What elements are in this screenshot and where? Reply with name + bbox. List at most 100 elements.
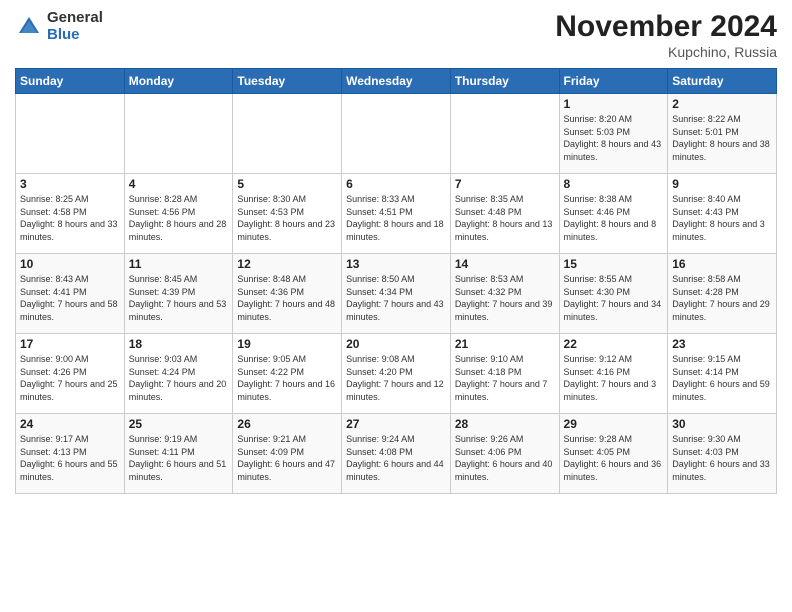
day-number: 29	[564, 417, 664, 431]
header: General Blue November 2024 Kupchino, Rus…	[15, 10, 777, 60]
cell-4-6: 30 Sunrise: 9:30 AM Sunset: 4:03 PM Dayli…	[668, 414, 777, 494]
day-number: 2	[672, 97, 772, 111]
day-info: Sunrise: 8:22 AM Sunset: 5:01 PM Dayligh…	[672, 113, 772, 163]
day-info: Sunrise: 9:10 AM Sunset: 4:18 PM Dayligh…	[455, 353, 555, 403]
day-number: 22	[564, 337, 664, 351]
cell-3-1: 18 Sunrise: 9:03 AM Sunset: 4:24 PM Dayli…	[124, 334, 233, 414]
header-tuesday: Tuesday	[233, 69, 342, 94]
day-info: Sunrise: 9:12 AM Sunset: 4:16 PM Dayligh…	[564, 353, 664, 403]
logo-icon	[15, 13, 43, 41]
day-number: 15	[564, 257, 664, 271]
day-info: Sunrise: 9:19 AM Sunset: 4:11 PM Dayligh…	[129, 433, 229, 483]
day-number: 23	[672, 337, 772, 351]
day-info: Sunrise: 9:05 AM Sunset: 4:22 PM Dayligh…	[237, 353, 337, 403]
header-friday: Friday	[559, 69, 668, 94]
day-number: 16	[672, 257, 772, 271]
day-info: Sunrise: 8:20 AM Sunset: 5:03 PM Dayligh…	[564, 113, 664, 163]
day-number: 11	[129, 257, 229, 271]
day-info: Sunrise: 9:00 AM Sunset: 4:26 PM Dayligh…	[20, 353, 120, 403]
cell-1-1: 4 Sunrise: 8:28 AM Sunset: 4:56 PM Daylig…	[124, 174, 233, 254]
cell-0-3	[342, 94, 451, 174]
day-number: 19	[237, 337, 337, 351]
day-number: 21	[455, 337, 555, 351]
logo-blue: Blue	[47, 27, 103, 44]
cell-2-4: 14 Sunrise: 8:53 AM Sunset: 4:32 PM Dayli…	[450, 254, 559, 334]
header-monday: Monday	[124, 69, 233, 94]
cell-2-5: 15 Sunrise: 8:55 AM Sunset: 4:30 PM Dayli…	[559, 254, 668, 334]
day-info: Sunrise: 8:58 AM Sunset: 4:28 PM Dayligh…	[672, 273, 772, 323]
logo-text: General Blue	[47, 10, 103, 43]
day-info: Sunrise: 9:30 AM Sunset: 4:03 PM Dayligh…	[672, 433, 772, 483]
cell-2-1: 11 Sunrise: 8:45 AM Sunset: 4:39 PM Dayli…	[124, 254, 233, 334]
day-number: 18	[129, 337, 229, 351]
day-number: 10	[20, 257, 120, 271]
week-row-3: 17 Sunrise: 9:00 AM Sunset: 4:26 PM Dayli…	[16, 334, 777, 414]
day-number: 26	[237, 417, 337, 431]
cell-0-5: 1 Sunrise: 8:20 AM Sunset: 5:03 PM Daylig…	[559, 94, 668, 174]
day-info: Sunrise: 8:45 AM Sunset: 4:39 PM Dayligh…	[129, 273, 229, 323]
day-info: Sunrise: 8:28 AM Sunset: 4:56 PM Dayligh…	[129, 193, 229, 243]
day-info: Sunrise: 9:24 AM Sunset: 4:08 PM Dayligh…	[346, 433, 446, 483]
day-number: 5	[237, 177, 337, 191]
day-info: Sunrise: 8:33 AM Sunset: 4:51 PM Dayligh…	[346, 193, 446, 243]
cell-2-3: 13Sunrise: 8:50 AM Sunset: 4:34 PM Dayli…	[342, 254, 451, 334]
day-info: Sunrise: 9:28 AM Sunset: 4:05 PM Dayligh…	[564, 433, 664, 483]
day-info: Sunrise: 8:30 AM Sunset: 4:53 PM Dayligh…	[237, 193, 337, 243]
cell-1-6: 9Sunrise: 8:40 AM Sunset: 4:43 PM Daylig…	[668, 174, 777, 254]
header-row: Sunday Monday Tuesday Wednesday Thursday…	[16, 69, 777, 94]
cell-3-5: 22 Sunrise: 9:12 AM Sunset: 4:16 PM Dayli…	[559, 334, 668, 414]
day-info: Sunrise: 9:15 AM Sunset: 4:14 PM Dayligh…	[672, 353, 772, 403]
cell-1-3: 6 Sunrise: 8:33 AM Sunset: 4:51 PM Daylig…	[342, 174, 451, 254]
month-title: November 2024	[555, 10, 777, 44]
cell-3-3: 20 Sunrise: 9:08 AM Sunset: 4:20 PM Dayli…	[342, 334, 451, 414]
cell-4-1: 25Sunrise: 9:19 AM Sunset: 4:11 PM Dayli…	[124, 414, 233, 494]
cell-1-0: 3 Sunrise: 8:25 AM Sunset: 4:58 PM Daylig…	[16, 174, 125, 254]
day-number: 6	[346, 177, 446, 191]
page-container: General Blue November 2024 Kupchino, Rus…	[0, 0, 792, 504]
cell-3-0: 17 Sunrise: 9:00 AM Sunset: 4:26 PM Dayli…	[16, 334, 125, 414]
week-row-4: 24Sunrise: 9:17 AM Sunset: 4:13 PM Dayli…	[16, 414, 777, 494]
day-info: Sunrise: 8:40 AM Sunset: 4:43 PM Dayligh…	[672, 193, 772, 243]
day-number: 4	[129, 177, 229, 191]
cell-1-5: 8 Sunrise: 8:38 AM Sunset: 4:46 PM Daylig…	[559, 174, 668, 254]
cell-2-0: 10 Sunrise: 8:43 AM Sunset: 4:41 PM Dayli…	[16, 254, 125, 334]
week-row-1: 3 Sunrise: 8:25 AM Sunset: 4:58 PM Daylig…	[16, 174, 777, 254]
cell-1-2: 5 Sunrise: 8:30 AM Sunset: 4:53 PM Daylig…	[233, 174, 342, 254]
week-row-0: 1 Sunrise: 8:20 AM Sunset: 5:03 PM Daylig…	[16, 94, 777, 174]
day-number: 8	[564, 177, 664, 191]
calendar-table: Sunday Monday Tuesday Wednesday Thursday…	[15, 68, 777, 494]
cell-4-5: 29 Sunrise: 9:28 AM Sunset: 4:05 PM Dayli…	[559, 414, 668, 494]
day-number: 7	[455, 177, 555, 191]
day-info: Sunrise: 8:50 AM Sunset: 4:34 PM Dayligh…	[346, 273, 446, 323]
day-info: Sunrise: 8:35 AM Sunset: 4:48 PM Dayligh…	[455, 193, 555, 243]
cell-0-4	[450, 94, 559, 174]
day-info: Sunrise: 8:53 AM Sunset: 4:32 PM Dayligh…	[455, 273, 555, 323]
day-info: Sunrise: 8:48 AM Sunset: 4:36 PM Dayligh…	[237, 273, 337, 323]
header-sunday: Sunday	[16, 69, 125, 94]
week-row-2: 10 Sunrise: 8:43 AM Sunset: 4:41 PM Dayli…	[16, 254, 777, 334]
title-block: November 2024 Kupchino, Russia	[555, 10, 777, 60]
day-number: 3	[20, 177, 120, 191]
header-wednesday: Wednesday	[342, 69, 451, 94]
day-number: 20	[346, 337, 446, 351]
day-info: Sunrise: 8:43 AM Sunset: 4:41 PM Dayligh…	[20, 273, 120, 323]
day-number: 30	[672, 417, 772, 431]
day-number: 14	[455, 257, 555, 271]
day-number: 28	[455, 417, 555, 431]
day-info: Sunrise: 9:21 AM Sunset: 4:09 PM Dayligh…	[237, 433, 337, 483]
day-number: 27	[346, 417, 446, 431]
day-info: Sunrise: 9:26 AM Sunset: 4:06 PM Dayligh…	[455, 433, 555, 483]
day-number: 17	[20, 337, 120, 351]
day-info: Sunrise: 8:55 AM Sunset: 4:30 PM Dayligh…	[564, 273, 664, 323]
cell-3-2: 19 Sunrise: 9:05 AM Sunset: 4:22 PM Dayli…	[233, 334, 342, 414]
day-info: Sunrise: 8:25 AM Sunset: 4:58 PM Dayligh…	[20, 193, 120, 243]
cell-0-0	[16, 94, 125, 174]
cell-0-2	[233, 94, 342, 174]
cell-0-1	[124, 94, 233, 174]
day-info: Sunrise: 8:38 AM Sunset: 4:46 PM Dayligh…	[564, 193, 664, 243]
cell-3-4: 21 Sunrise: 9:10 AM Sunset: 4:18 PM Dayli…	[450, 334, 559, 414]
day-info: Sunrise: 9:17 AM Sunset: 4:13 PM Dayligh…	[20, 433, 120, 483]
day-info: Sunrise: 9:03 AM Sunset: 4:24 PM Dayligh…	[129, 353, 229, 403]
day-number: 1	[564, 97, 664, 111]
day-info: Sunrise: 9:08 AM Sunset: 4:20 PM Dayligh…	[346, 353, 446, 403]
